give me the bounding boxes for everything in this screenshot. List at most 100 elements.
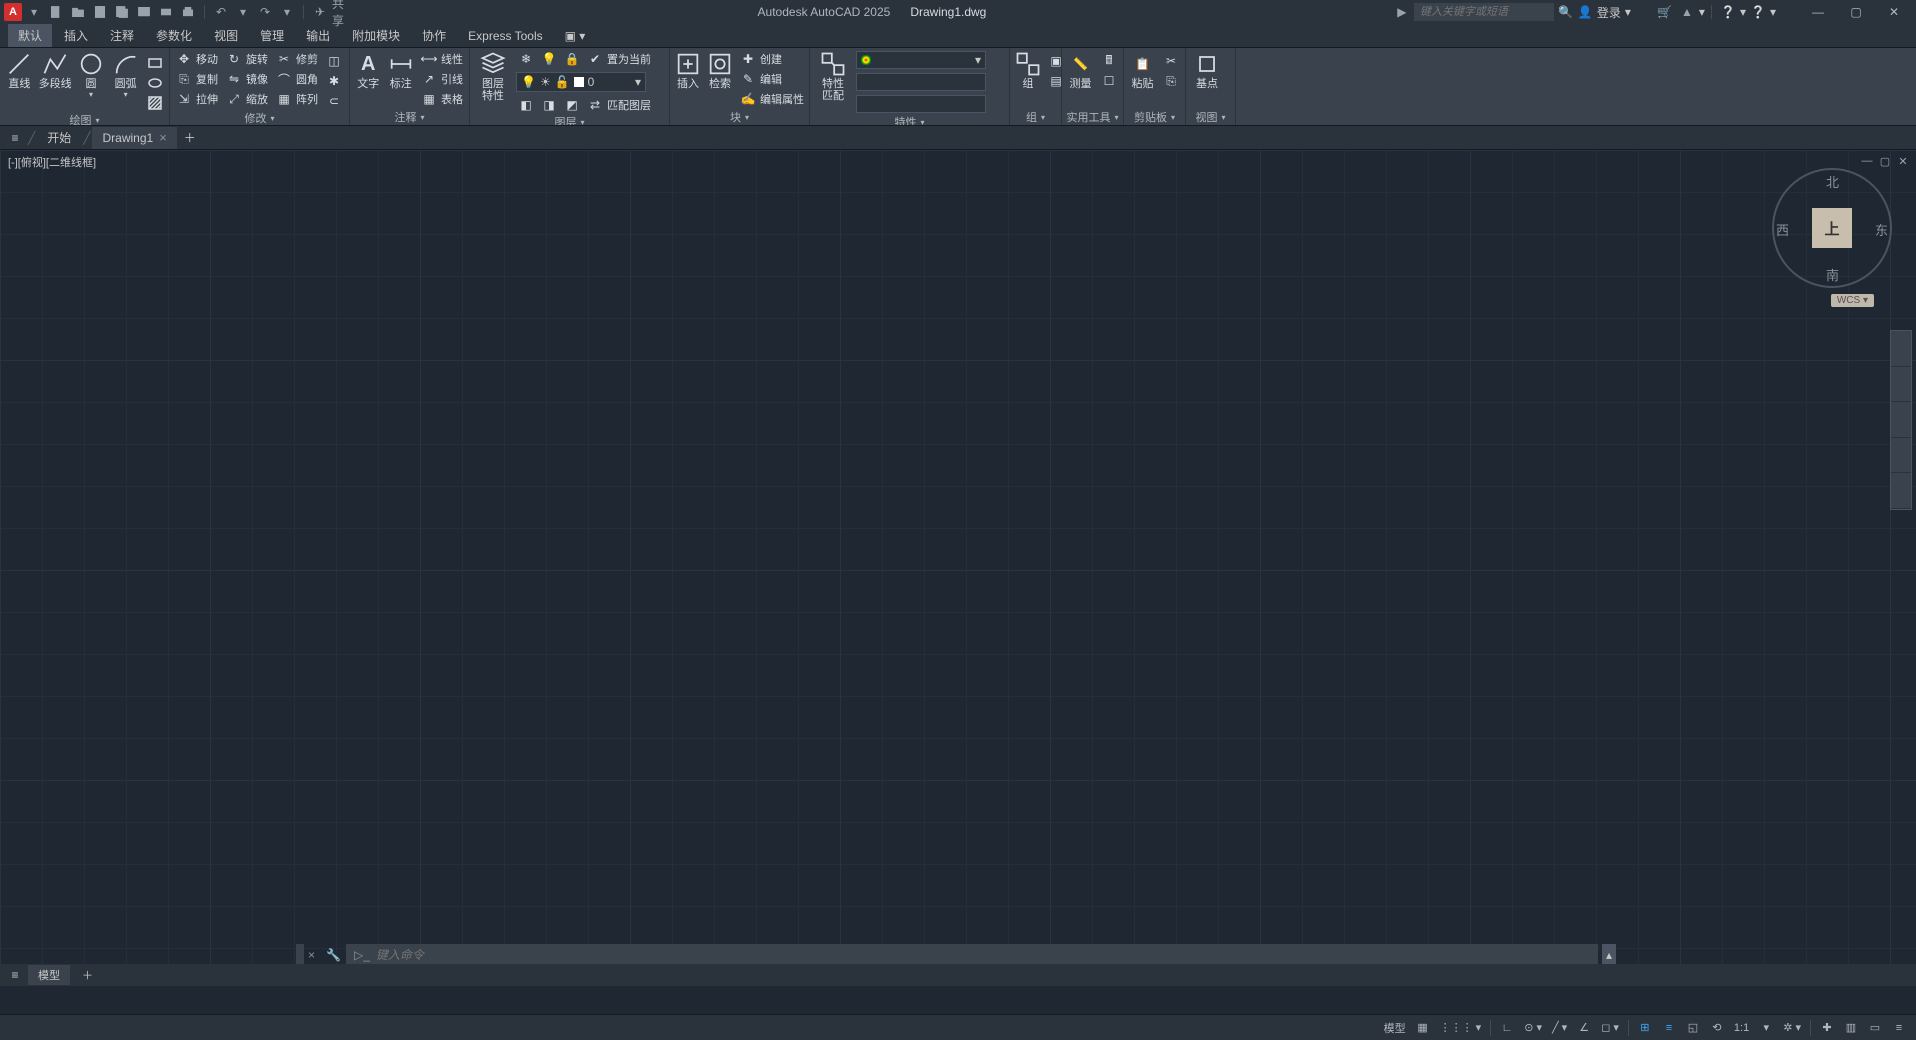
sb-polar-icon[interactable]: ⊙ ▾: [1520, 1018, 1546, 1038]
tool-rect-icon[interactable]: [145, 54, 165, 72]
tab-express[interactable]: Express Tools: [458, 24, 552, 47]
tool-mirror[interactable]: ⇋镜像: [224, 70, 270, 88]
tab-add-icon[interactable]: ＋: [179, 127, 201, 149]
web-open-icon[interactable]: [134, 2, 154, 22]
qat-dropdown-icon[interactable]: ▾: [24, 2, 44, 22]
layer-dropdown[interactable]: 💡☀🔓0▾: [516, 72, 646, 92]
vp-minimize-icon[interactable]: —: [1860, 154, 1874, 168]
tool-linear[interactable]: ⟷线性: [419, 50, 465, 68]
sb-iso-icon[interactable]: ╱ ▾: [1548, 1018, 1571, 1038]
tool-hatch-icon[interactable]: [145, 94, 165, 112]
layer-iso2-icon[interactable]: ◨: [539, 96, 559, 114]
vp-close-icon[interactable]: ✕: [1896, 154, 1910, 168]
nav-showmotion-icon[interactable]: [1891, 473, 1911, 509]
layout-menu-icon[interactable]: ≡: [4, 964, 26, 986]
tool-move[interactable]: ✥移动: [174, 50, 220, 68]
save-icon[interactable]: [90, 2, 110, 22]
layout-model[interactable]: 模型: [28, 965, 70, 985]
tool-paste[interactable]: 📋粘贴: [1128, 50, 1157, 90]
sb-customize-icon[interactable]: ≡: [1888, 1018, 1910, 1038]
viewcube-north[interactable]: 北: [1826, 172, 1839, 191]
new-icon[interactable]: [46, 2, 66, 22]
sb-osnap-icon[interactable]: ∠: [1573, 1018, 1595, 1038]
layer-iso1-icon[interactable]: ◧: [516, 96, 536, 114]
tool-line[interactable]: 直线: [4, 50, 35, 90]
tool-matchlayer[interactable]: ⇄匹配图层: [585, 96, 653, 114]
tool-polyline[interactable]: 多段线: [39, 50, 72, 90]
tool-array[interactable]: ▦阵列: [274, 90, 320, 108]
minimize-button[interactable]: —: [1800, 0, 1836, 24]
tool-trim[interactable]: ✂修剪: [274, 50, 320, 68]
tab-start[interactable]: 开始: [37, 127, 81, 149]
share-icon[interactable]: ✈: [310, 2, 330, 22]
viewcube-top-face[interactable]: 上: [1812, 208, 1852, 248]
tool-edit-block[interactable]: ✎编辑: [738, 70, 806, 88]
viewcube-south[interactable]: 南: [1826, 265, 1839, 284]
lineweight-dropdown[interactable]: [856, 95, 986, 113]
viewport-label[interactable]: [-][俯视][二维线框]: [8, 154, 96, 170]
sb-cycling-icon[interactable]: ⟲: [1706, 1018, 1728, 1038]
layout-add-icon[interactable]: ＋: [72, 965, 103, 985]
cart-icon[interactable]: 🛒: [1655, 2, 1675, 22]
tab-insert[interactable]: 插入: [54, 24, 98, 47]
tool-layer-props[interactable]: 图层 特性: [474, 50, 512, 102]
wcs-badge[interactable]: WCS ▾: [1831, 294, 1874, 307]
drawing-area[interactable]: [-][俯视][二维线框] — ▢ ✕ 北 南 东 西 上 WCS ▾ × 🔧 …: [0, 150, 1916, 986]
close-button[interactable]: ✕: [1876, 0, 1912, 24]
tool-offset-icon[interactable]: ⊂: [324, 92, 344, 110]
tool-rotate[interactable]: ↻旋转: [224, 50, 270, 68]
tool-base[interactable]: 基点: [1190, 50, 1224, 90]
tool-editattr[interactable]: ✍编辑属性: [738, 90, 806, 108]
tab-collab[interactable]: 协作: [412, 24, 456, 47]
sb-annoscale-icon[interactable]: ✚: [1816, 1018, 1838, 1038]
sb-ortho-icon[interactable]: ∟: [1496, 1018, 1518, 1038]
nav-pan-icon[interactable]: [1891, 367, 1911, 403]
nav-wheel-icon[interactable]: [1891, 331, 1911, 367]
tool-insert-block[interactable]: 插入: [674, 50, 702, 90]
cmd-handle[interactable]: [296, 944, 304, 966]
tab-addins[interactable]: 附加模块: [342, 24, 410, 47]
layer-flag3-icon[interactable]: 🔒: [562, 50, 582, 68]
search-input[interactable]: [1414, 3, 1554, 21]
maximize-button[interactable]: ▢: [1838, 0, 1874, 24]
viewcube-west[interactable]: 西: [1776, 220, 1789, 239]
tool-copy[interactable]: ⎘复制: [174, 70, 220, 88]
tool-text[interactable]: A文字: [354, 50, 383, 90]
redo-icon[interactable]: ↷: [255, 2, 275, 22]
tool-leader[interactable]: ↗引线: [419, 70, 465, 88]
sb-transparency-icon[interactable]: ◱: [1682, 1018, 1704, 1038]
share-label[interactable]: 共享: [332, 2, 352, 22]
print-icon[interactable]: [178, 2, 198, 22]
tab-default[interactable]: 默认: [8, 24, 52, 47]
file-tab-menu-icon[interactable]: ≡: [4, 127, 26, 149]
tool-setcurrent[interactable]: ✔置为当前: [585, 50, 653, 68]
tab-parametric[interactable]: 参数化: [146, 24, 202, 47]
open-icon[interactable]: [68, 2, 88, 22]
tab-close-icon[interactable]: ×: [159, 130, 167, 145]
undo-dd-icon[interactable]: ▾: [233, 2, 253, 22]
tool-explode-icon[interactable]: ✱: [324, 72, 344, 90]
layer-flag1-icon[interactable]: ❄: [516, 50, 536, 68]
tool-table[interactable]: ▦表格: [419, 90, 465, 108]
search-icon[interactable]: 🔍: [1556, 2, 1576, 22]
tab-manage[interactable]: 管理: [250, 24, 294, 47]
sb-model[interactable]: 模型: [1380, 1018, 1410, 1038]
clip-cut-icon[interactable]: ✂: [1161, 52, 1181, 70]
tool-scale[interactable]: ⤢缩放: [224, 90, 270, 108]
tool-create-block[interactable]: ✚创建: [738, 50, 806, 68]
help-icon[interactable]: ❔: [1718, 2, 1738, 22]
util-opt2-icon[interactable]: ☐: [1099, 72, 1119, 90]
cmd-close-icon[interactable]: ×: [308, 948, 322, 962]
saveas-icon[interactable]: [112, 2, 132, 22]
tab-annotate[interactable]: 注释: [100, 24, 144, 47]
nav-zoom-icon[interactable]: [1891, 402, 1911, 438]
layer-flag2-icon[interactable]: 💡: [539, 50, 559, 68]
command-input[interactable]: [376, 948, 1590, 962]
tool-arc[interactable]: 圆弧▾: [110, 50, 141, 99]
tab-view[interactable]: 视图: [204, 24, 248, 47]
util-opt1-icon[interactable]: 🖩: [1099, 52, 1119, 70]
sb-lineweight-icon[interactable]: ≡: [1658, 1018, 1680, 1038]
viewcube[interactable]: 北 南 东 西 上: [1772, 168, 1892, 288]
tool-match-props[interactable]: 特性 匹配: [814, 50, 852, 102]
autodesk-icon[interactable]: ▲: [1677, 2, 1697, 22]
